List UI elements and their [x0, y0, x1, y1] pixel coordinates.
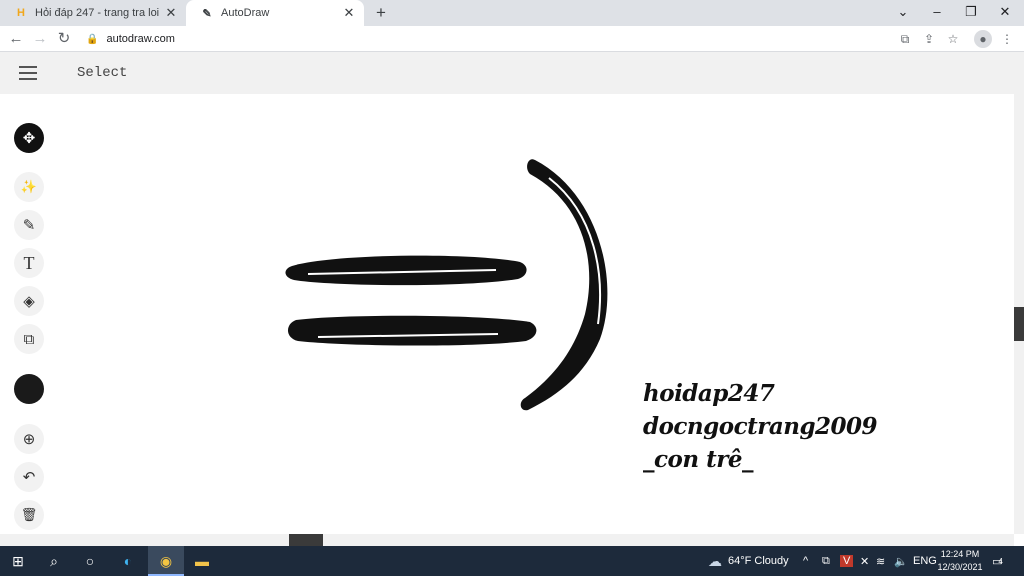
- windows-start-icon[interactable]: ⊞: [7, 550, 29, 572]
- url-field[interactable]: 🔒 autodraw.com: [86, 30, 175, 48]
- tab-search-icon[interactable]: ⌄: [888, 2, 918, 22]
- pen-icon: ✎: [22, 217, 36, 234]
- chrome-icon[interactable]: ◉: [155, 550, 177, 572]
- mode-title: Select: [77, 65, 128, 81]
- profile-avatar[interactable]: ●: [974, 30, 992, 48]
- handwriting-line-1[interactable]: hoidap247: [643, 379, 775, 409]
- app-header: Select: [0, 52, 1024, 94]
- hoidap-favicon-icon: H: [17, 7, 25, 19]
- file-explorer-icon[interactable]: ▬: [191, 550, 213, 572]
- undo-tool[interactable]: ↶: [14, 462, 44, 492]
- notification-center[interactable]: ▭ 4: [992, 546, 1003, 576]
- draw-tool[interactable]: ✎: [14, 210, 44, 240]
- share-icon[interactable]: ⇪: [920, 30, 938, 48]
- shapes-icon: ⧉: [23, 330, 35, 348]
- system-clock[interactable]: 12:24 PM 12/30/2021: [934, 548, 986, 574]
- vertical-scroll-thumb[interactable]: [1014, 307, 1024, 341]
- clock-time: 12:24 PM: [940, 549, 980, 559]
- close-window-button[interactable]: ✕: [990, 2, 1020, 22]
- close-tab-icon[interactable]: ✕: [342, 6, 356, 20]
- autodraw-tool[interactable]: ✨: [14, 172, 44, 202]
- handwriting-line-3[interactable]: _con trê_: [643, 445, 753, 475]
- tab-title: Hỏi đáp 247 - trang tra loi: [35, 7, 160, 19]
- translate-icon[interactable]: ⧉: [896, 30, 914, 48]
- menu-kebab-icon[interactable]: ⋮: [998, 30, 1016, 48]
- wifi-icon[interactable]: ≋: [876, 546, 885, 576]
- zoom-tool[interactable]: ⊕: [14, 424, 44, 454]
- color-picker[interactable]: [14, 374, 44, 404]
- windows-taskbar: ⊞ ⌕ ○ ◐ ◉ ▬ ☁ 64°F Cloudy ^ ⧉ V ✕ ≋ 🔈 EN…: [0, 546, 1024, 576]
- minimize-button[interactable]: –: [922, 2, 952, 22]
- tray-ime-icon[interactable]: ✕: [860, 546, 869, 576]
- shape-tool[interactable]: ⧉: [14, 324, 44, 354]
- drawing-svg[interactable]: [0, 94, 1014, 534]
- text-icon: T: [23, 252, 35, 273]
- clock-date: 12/30/2021: [937, 562, 983, 572]
- notification-count: 4: [998, 556, 1003, 566]
- url-text: autodraw.com: [106, 33, 175, 45]
- forward-button[interactable]: →: [31, 30, 49, 48]
- tab-title: AutoDraw: [221, 7, 270, 19]
- close-tab-icon[interactable]: ✕: [164, 6, 178, 20]
- weather-text: 64°F Cloudy: [728, 555, 789, 567]
- tab-autodraw[interactable]: ✎ AutoDraw ✕: [186, 0, 364, 26]
- horizontal-scroll-thumb[interactable]: [289, 534, 323, 546]
- cloud-icon: ☁: [708, 552, 722, 569]
- sparkle-pen-icon: ✨: [20, 179, 38, 194]
- move-icon: ✥: [22, 130, 36, 147]
- fill-tool[interactable]: ◈: [14, 286, 44, 316]
- new-tab-button[interactable]: +: [372, 4, 390, 22]
- edge-browser-icon[interactable]: ◐: [117, 550, 139, 572]
- weather-widget[interactable]: ☁ 64°F Cloudy: [708, 546, 789, 576]
- tray-app-icon[interactable]: ⧉: [822, 546, 830, 576]
- stroke-arrow-curve[interactable]: [520, 159, 608, 411]
- drawing-canvas[interactable]: hoidap247 docngoctrang2009 _con trê_ ✥ ✨…: [0, 94, 1014, 534]
- reload-button[interactable]: ↻: [55, 30, 73, 48]
- bucket-icon: ◈: [23, 293, 35, 310]
- volume-icon[interactable]: 🔈: [894, 546, 908, 576]
- back-button[interactable]: ←: [7, 30, 25, 48]
- handwriting-line-2[interactable]: docngoctrang2009: [643, 412, 878, 442]
- type-tool[interactable]: T: [14, 248, 44, 278]
- move-tool[interactable]: ✥: [14, 123, 44, 153]
- trash-icon: 🗑: [20, 507, 38, 522]
- autodraw-favicon-icon: ✎: [202, 7, 212, 20]
- delete-tool[interactable]: 🗑: [14, 500, 44, 530]
- task-view-icon[interactable]: ○: [79, 550, 101, 572]
- tab-strip: H Hỏi đáp 247 - trang tra loi ✕ ✎ AutoDr…: [0, 0, 1024, 26]
- bookmark-star-icon[interactable]: ☆: [944, 30, 962, 48]
- stroke-equals-bottom[interactable]: [287, 315, 537, 346]
- search-icon[interactable]: ⌕: [43, 550, 65, 572]
- horizontal-scrollbar[interactable]: [0, 534, 1014, 546]
- zoom-icon: ⊕: [22, 431, 36, 448]
- tab-hoidap247[interactable]: H Hỏi đáp 247 - trang tra loi ✕: [0, 0, 186, 26]
- lock-icon: 🔒: [86, 33, 99, 45]
- tray-antivirus-icon[interactable]: V: [840, 546, 854, 576]
- restore-button[interactable]: ❐: [956, 2, 986, 22]
- undo-icon: ↶: [22, 469, 36, 486]
- hamburger-menu-icon[interactable]: [19, 66, 37, 80]
- tray-chevron-icon[interactable]: ^: [803, 546, 808, 576]
- address-bar-row: ← → ↻ 🔒 autodraw.com ⧉ ⇪ ☆ ● ⋮: [0, 26, 1024, 52]
